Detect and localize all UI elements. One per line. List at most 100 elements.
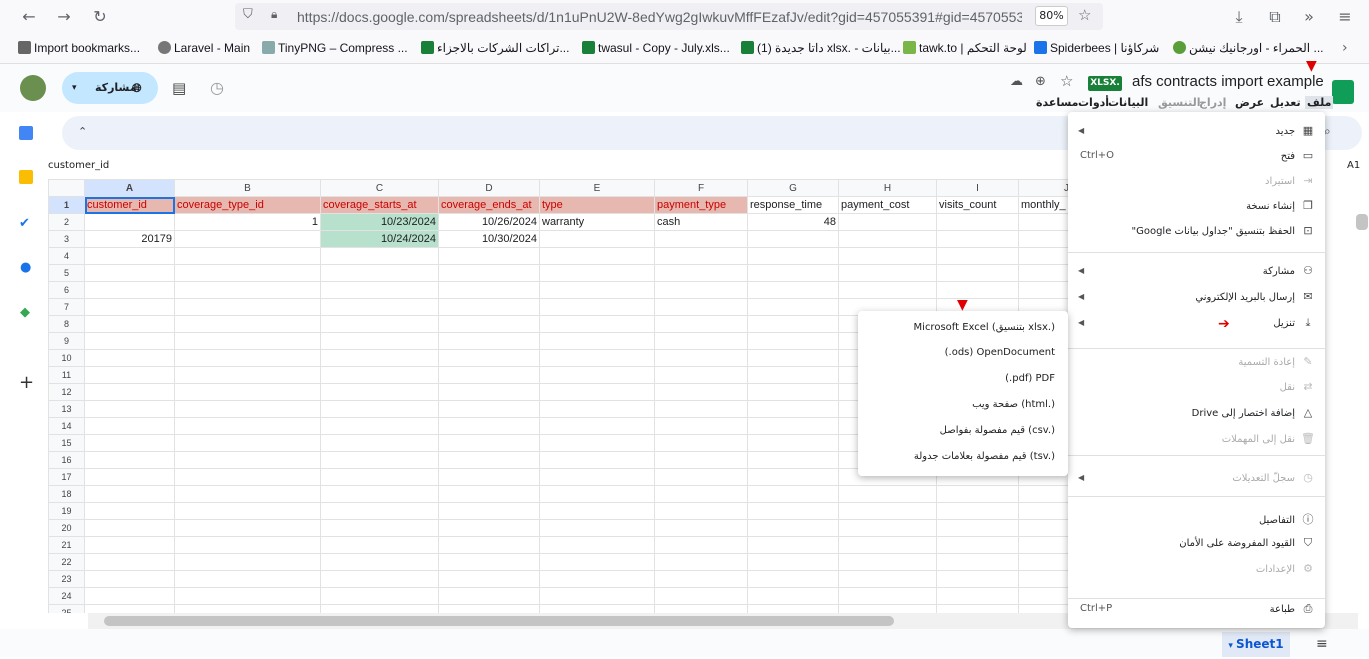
forward-arrow-icon[interactable]: → bbox=[53, 6, 75, 28]
menu-tools[interactable]: أدوات bbox=[1078, 96, 1109, 109]
menu-format[interactable]: التنسيق bbox=[1158, 96, 1200, 109]
cell[interactable] bbox=[438, 400, 540, 418]
cell[interactable] bbox=[936, 519, 1019, 537]
cell[interactable] bbox=[747, 536, 839, 554]
bookmark-item[interactable]: Spiderbees | شركاؤنا bbox=[1034, 41, 1159, 55]
cell[interactable] bbox=[84, 604, 175, 613]
menu-help[interactable]: مساعدة bbox=[1036, 96, 1079, 109]
cell[interactable] bbox=[936, 587, 1019, 605]
cell[interactable] bbox=[84, 553, 175, 571]
row-header[interactable]: 21 bbox=[48, 536, 85, 554]
cell[interactable] bbox=[838, 604, 937, 613]
cell[interactable]: 48 bbox=[747, 213, 839, 231]
cell[interactable] bbox=[174, 298, 321, 316]
cell[interactable] bbox=[654, 400, 748, 418]
cell[interactable] bbox=[174, 485, 321, 503]
cell[interactable] bbox=[747, 434, 839, 452]
cell[interactable] bbox=[747, 281, 839, 299]
cell[interactable] bbox=[654, 587, 748, 605]
cell[interactable] bbox=[654, 281, 748, 299]
extensions-icon[interactable]: ⧉ bbox=[1264, 6, 1286, 28]
cell[interactable] bbox=[747, 502, 839, 520]
column-header[interactable]: D bbox=[438, 179, 540, 197]
menu-data[interactable]: البيانات bbox=[1108, 96, 1148, 109]
cell[interactable] bbox=[438, 298, 540, 316]
cell[interactable] bbox=[320, 417, 439, 435]
cell[interactable] bbox=[838, 587, 937, 605]
cell[interactable] bbox=[936, 553, 1019, 571]
cell[interactable] bbox=[320, 383, 439, 401]
cell[interactable] bbox=[174, 366, 321, 384]
bookmark-item[interactable]: داتا جديدة (1) xlsx. - بيانات... bbox=[741, 41, 901, 55]
bookmark-item[interactable]: tawk.to | لوحة التحكم bbox=[903, 41, 1027, 55]
column-header[interactable]: E bbox=[539, 179, 655, 197]
cell[interactable] bbox=[320, 349, 439, 367]
cell[interactable] bbox=[747, 519, 839, 537]
cell[interactable] bbox=[654, 553, 748, 571]
bookmark-item[interactable]: twasul - Copy - July.xls... bbox=[582, 41, 730, 55]
cell[interactable] bbox=[747, 298, 839, 316]
row-header[interactable]: 12 bbox=[48, 383, 85, 401]
column-header[interactable]: B bbox=[174, 179, 321, 197]
cell[interactable] bbox=[84, 247, 175, 265]
cell[interactable] bbox=[174, 281, 321, 299]
contacts-icon[interactable]: ● bbox=[20, 260, 31, 275]
cell[interactable] bbox=[174, 468, 321, 486]
history-icon[interactable]: ◷ bbox=[210, 78, 224, 97]
row-header[interactable]: 6 bbox=[48, 281, 85, 299]
cell[interactable] bbox=[84, 570, 175, 588]
cell[interactable] bbox=[84, 536, 175, 554]
document-title[interactable]: afs contracts import example bbox=[1132, 73, 1324, 90]
cell[interactable] bbox=[838, 485, 937, 503]
cell[interactable] bbox=[320, 451, 439, 469]
keep-icon[interactable] bbox=[19, 170, 33, 184]
cell[interactable]: 1 bbox=[174, 213, 321, 231]
cell[interactable] bbox=[320, 298, 439, 316]
row-header[interactable]: 3 bbox=[48, 230, 85, 248]
cell[interactable] bbox=[174, 400, 321, 418]
cell[interactable] bbox=[654, 315, 748, 333]
row-header[interactable]: 25 bbox=[48, 604, 85, 613]
download-format-option[interactable]: Microsoft Excel (بتنسيق xlsx.) bbox=[914, 322, 1055, 333]
cell[interactable] bbox=[84, 315, 175, 333]
sheets-logo-icon[interactable] bbox=[1332, 80, 1354, 104]
avatar[interactable] bbox=[20, 75, 46, 101]
cell[interactable] bbox=[320, 587, 439, 605]
cell[interactable] bbox=[174, 451, 321, 469]
cell[interactable] bbox=[747, 400, 839, 418]
file-menu-item[interactable]: ⛉ القيود المفروضة على الأمان bbox=[1179, 536, 1315, 550]
cell[interactable] bbox=[654, 468, 748, 486]
cell[interactable] bbox=[320, 315, 439, 333]
bookmark-item[interactable]: الحمراء - اورجانيك نيشن ... bbox=[1173, 41, 1324, 55]
search-icon[interactable]: ⌕ bbox=[1324, 124, 1331, 139]
cell[interactable] bbox=[654, 349, 748, 367]
cell[interactable] bbox=[747, 264, 839, 282]
cell[interactable] bbox=[539, 536, 655, 554]
cell[interactable] bbox=[320, 485, 439, 503]
cell[interactable]: cash bbox=[654, 213, 748, 231]
cell[interactable] bbox=[539, 247, 655, 265]
cell[interactable] bbox=[174, 553, 321, 571]
cell[interactable] bbox=[84, 485, 175, 503]
file-menu-item[interactable]: ⊡ الحفظ بتنسيق "جداول بيانات Google" bbox=[1131, 224, 1315, 237]
cell[interactable] bbox=[320, 247, 439, 265]
star-icon[interactable]: ☆ bbox=[1060, 72, 1073, 90]
cell[interactable] bbox=[838, 213, 937, 231]
cell[interactable]: type bbox=[539, 196, 655, 214]
row-header[interactable]: 10 bbox=[48, 349, 85, 367]
cell[interactable]: 10/26/2024 bbox=[438, 213, 540, 231]
cell[interactable] bbox=[320, 604, 439, 613]
cell[interactable] bbox=[320, 519, 439, 537]
cell[interactable] bbox=[539, 281, 655, 299]
cell[interactable] bbox=[838, 502, 937, 520]
cell[interactable] bbox=[539, 553, 655, 571]
cell[interactable]: 10/24/2024 bbox=[320, 230, 439, 248]
star-icon[interactable]: ☆ bbox=[1078, 6, 1091, 24]
cell[interactable] bbox=[438, 434, 540, 452]
row-header[interactable]: 14 bbox=[48, 417, 85, 435]
cell[interactable] bbox=[174, 417, 321, 435]
cell[interactable] bbox=[84, 587, 175, 605]
download-format-option[interactable]: قيم مفصولة بفواصل (csv.) bbox=[940, 425, 1055, 436]
cell[interactable] bbox=[936, 485, 1019, 503]
cell[interactable] bbox=[747, 485, 839, 503]
